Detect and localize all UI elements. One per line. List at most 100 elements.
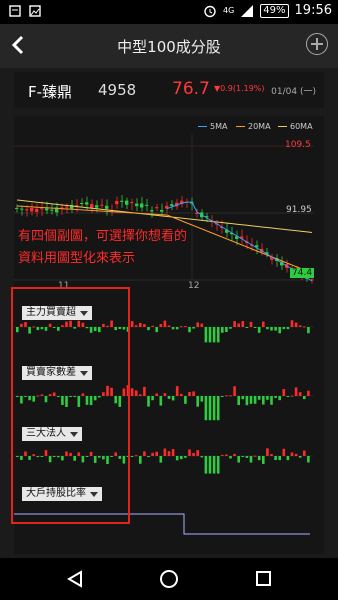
sub-bar — [298, 456, 302, 458]
candle-body — [170, 204, 174, 206]
sub-bar — [130, 388, 134, 396]
image-icon — [28, 4, 42, 18]
sub-bar — [282, 448, 286, 456]
stock-change: ▼0.9(1.19%) — [214, 84, 265, 93]
sub-bar — [257, 396, 261, 400]
sub-bar — [249, 456, 253, 463]
candle-body — [135, 203, 139, 207]
sub-bar — [184, 326, 187, 328]
sub-bar — [159, 324, 163, 327]
sub-bar — [171, 327, 175, 330]
sub-bar — [290, 452, 294, 456]
candle-body — [65, 206, 69, 208]
sub-bar — [241, 456, 245, 457]
sub-bar — [163, 393, 167, 396]
legend-label: 20MA — [248, 122, 271, 131]
sub-bar — [200, 396, 204, 402]
nav-home-button[interactable] — [160, 570, 178, 588]
sub-bar — [286, 327, 290, 330]
candle-body — [130, 202, 134, 204]
sub-bar — [180, 456, 183, 460]
status-bar: 4G 49% 19:56 — [0, 0, 338, 24]
sub-bar — [290, 320, 294, 327]
candle-body — [105, 205, 109, 209]
sub-bar — [233, 453, 236, 456]
candle-body — [115, 200, 119, 205]
sub-bar — [151, 325, 154, 327]
legend-20ma: 20MA — [236, 122, 271, 131]
sub-bar — [167, 396, 171, 399]
candle-body — [90, 204, 94, 208]
sub-bar — [241, 396, 245, 400]
sub-bar — [278, 396, 281, 401]
sub-bar — [241, 321, 245, 327]
sub-bar — [245, 456, 249, 458]
legend-swatch — [198, 125, 207, 128]
sub-bar — [262, 321, 265, 327]
sub-bar — [249, 396, 253, 404]
candle-body — [15, 207, 19, 209]
sub-bar — [192, 327, 195, 329]
sub-bar — [171, 449, 175, 456]
sub-bar — [130, 321, 134, 327]
sub-bar — [155, 327, 158, 333]
candle-body — [95, 205, 99, 208]
notification-icon — [8, 4, 22, 18]
sub-bar — [290, 395, 294, 397]
sub-bar — [245, 396, 249, 406]
annotation-text-1: 有四個副圖，可選擇你想看的 — [18, 229, 188, 244]
sub-bar — [180, 393, 183, 396]
sub-bar — [298, 325, 302, 327]
candle-body — [45, 208, 49, 211]
add-button[interactable] — [306, 33, 328, 55]
candle-body — [20, 208, 24, 210]
sub-bar — [266, 396, 269, 400]
sub-bar — [286, 396, 290, 397]
stock-date: 01/04 (一) — [271, 87, 316, 97]
clock: 19:56 — [294, 3, 332, 18]
sub-bar — [249, 321, 253, 327]
sub-bar — [266, 448, 269, 456]
sub-bar — [175, 386, 179, 396]
nav-recent-button[interactable] — [256, 571, 271, 586]
sub-bar — [274, 327, 277, 331]
candle-body — [85, 202, 89, 205]
sub-bar — [225, 395, 228, 397]
sub-bar — [175, 327, 179, 330]
sub-bar — [204, 456, 208, 474]
sub-bar — [175, 456, 179, 461]
sub-bar — [286, 456, 290, 461]
sub-bar — [147, 456, 150, 458]
sub-bar — [192, 452, 195, 456]
sub-bar — [294, 322, 298, 327]
sub-bar — [282, 389, 286, 396]
sub-bar — [307, 456, 310, 463]
sub-bar — [196, 450, 199, 456]
nav-back-button[interactable] — [66, 570, 84, 588]
system-nav-bar — [0, 558, 338, 600]
sub-bar — [216, 396, 220, 421]
sub-bar — [134, 325, 138, 327]
legend-swatch — [236, 125, 245, 128]
candle-body — [160, 209, 164, 212]
sub-bar — [139, 394, 142, 396]
sub-bar — [167, 325, 171, 327]
sub-bar — [200, 456, 204, 458]
battery-icon: 49% — [260, 3, 289, 18]
sub-bar — [163, 320, 167, 327]
legend-5ma: 5MA — [198, 122, 227, 131]
stock-price: 76.7 — [172, 79, 210, 99]
sub-bar — [143, 451, 146, 456]
stock-info-bar[interactable]: F-臻鼎 4958 76.7 ▼0.9(1.19%) 01/04 (一) — [14, 72, 324, 108]
sub-bar — [274, 456, 277, 461]
sub-bar — [212, 327, 216, 343]
sub-bar — [237, 456, 240, 463]
sub-bar — [208, 327, 212, 343]
sub-bar — [253, 455, 257, 457]
sub-bar — [257, 456, 261, 461]
sub-bar — [253, 327, 257, 328]
candle-body — [120, 200, 124, 202]
sub-bar — [196, 396, 199, 407]
app-header: 中型100成分股 — [0, 24, 338, 68]
sub-bar — [221, 327, 224, 333]
